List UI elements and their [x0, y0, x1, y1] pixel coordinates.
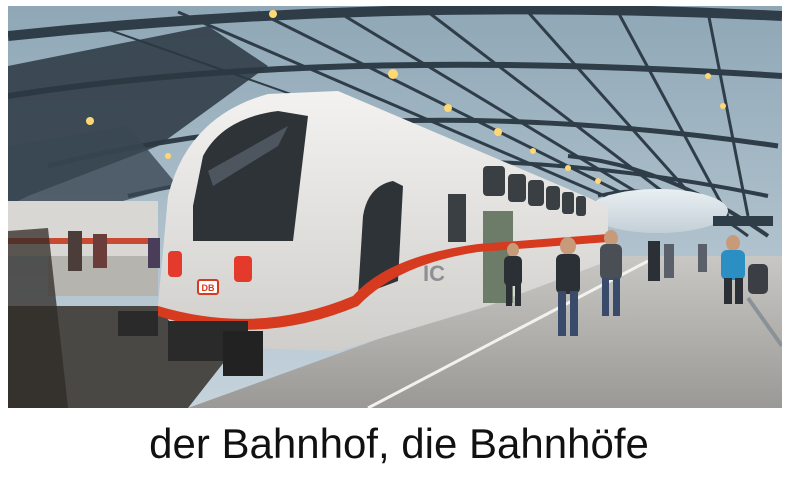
platform-sign	[713, 216, 773, 226]
station-end-opening	[588, 189, 728, 233]
db-logo-text: DB	[202, 283, 215, 293]
caption: der Bahnhof, die Bahnhöfe	[149, 420, 649, 467]
ic-lettering: IC	[423, 261, 445, 286]
station-photo-illustration: DB IC	[8, 6, 782, 408]
station-photo: DB IC	[8, 6, 782, 408]
